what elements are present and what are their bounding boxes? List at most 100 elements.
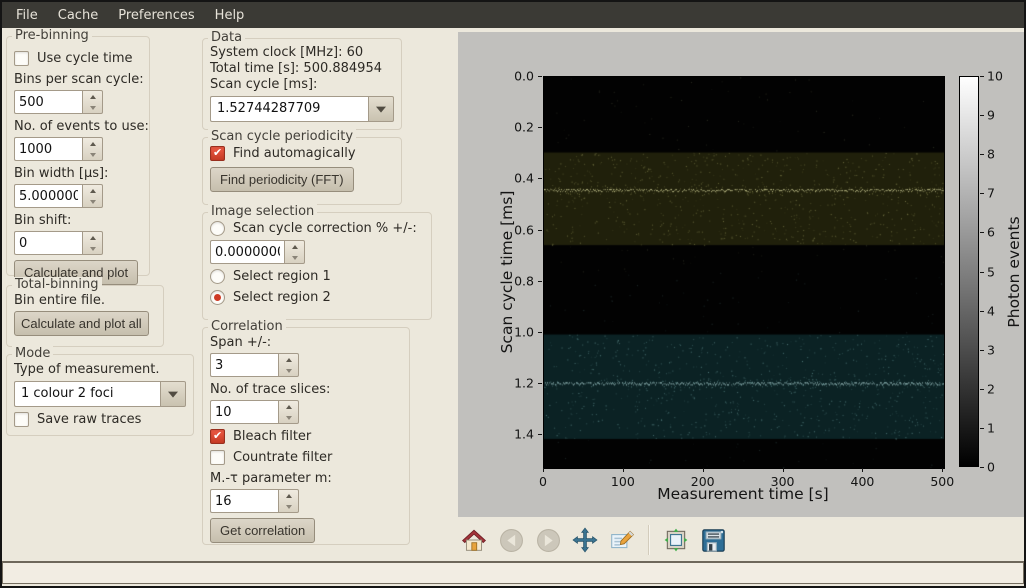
countrate-filter-checkbox[interactable] [210, 450, 225, 465]
y-tick-mark [538, 178, 542, 179]
forward-button[interactable] [534, 525, 562, 555]
events-to-use-input[interactable] [14, 137, 82, 161]
x-tick-mark [703, 468, 704, 472]
colorbar-tick-label: 3 [987, 342, 995, 357]
spin-down-icon[interactable] [285, 252, 304, 263]
colorbar [959, 76, 979, 467]
back-button[interactable] [497, 525, 525, 555]
menu-item-help[interactable]: Help [205, 4, 255, 27]
colorbar-tick-label: 8 [987, 147, 995, 162]
spin-down-icon[interactable] [279, 365, 298, 376]
spin-up-icon[interactable] [83, 185, 102, 196]
spin-down-icon[interactable] [83, 243, 102, 254]
spin-up-icon[interactable] [83, 91, 102, 102]
measurement-type-combobox[interactable]: 1 colour 2 foci [14, 381, 186, 407]
pan-button[interactable] [571, 525, 599, 555]
data-title: Data [208, 30, 245, 45]
spin-up-icon[interactable] [279, 401, 298, 412]
use-cycle-time-row[interactable]: Use cycle time [14, 51, 133, 66]
find-periodicity-button[interactable]: Find periodicity (FFT) [210, 167, 354, 192]
menu-item-preferences[interactable]: Preferences [108, 4, 204, 27]
bin-shift-input[interactable] [14, 231, 82, 255]
bins-per-cycle-input[interactable] [14, 90, 82, 114]
countrate-filter-row[interactable]: Countrate filter [210, 450, 332, 465]
data-group: Data System clock [MHz]: 60 Total time [… [202, 38, 402, 130]
correlation-group: Correlation Span +/-: No. of trace slice… [202, 327, 410, 545]
y-tick-mark [538, 332, 542, 333]
bleach-filter-row[interactable]: Bleach filter [210, 429, 311, 444]
heatmap-canvas[interactable] [543, 76, 945, 469]
correction-input[interactable] [210, 240, 284, 264]
mode-group: Mode Type of measurement. 1 colour 2 foc… [6, 354, 194, 436]
select-region-2-radio[interactable] [210, 290, 225, 305]
save-raw-traces-checkbox[interactable] [14, 412, 29, 427]
colorbar-tick-mark [980, 115, 984, 116]
scan-cycle-combobox[interactable]: 1.52744287709 [210, 96, 394, 122]
colorbar-tick-label: 7 [987, 186, 995, 201]
mtau-parameter-label: M.-τ parameter m: [210, 471, 332, 486]
y-tick-mark [538, 76, 542, 77]
menu-item-cache[interactable]: Cache [48, 4, 108, 27]
colorbar-tick-mark [980, 350, 984, 351]
y-tick-mark [538, 281, 542, 282]
forward-icon [536, 528, 561, 553]
colorbar-tick-label: 6 [987, 225, 995, 240]
find-automagically-checkbox[interactable] [210, 146, 225, 161]
subplots-icon [663, 527, 689, 553]
calculate-and-plot-all-button[interactable]: Calculate and plot all [14, 311, 149, 336]
colorbar-tick-label: 2 [987, 381, 995, 396]
x-axis-label: Measurement time [s] [657, 485, 828, 503]
scan-cycle-correction-radio[interactable] [210, 221, 225, 236]
use-cycle-time-checkbox[interactable] [14, 51, 29, 66]
spin-down-icon[interactable] [279, 501, 298, 512]
chevron-down-icon[interactable] [160, 381, 186, 407]
save-raw-traces-label: Save raw traces [37, 412, 141, 427]
y-tick-label: 0.4 [514, 171, 534, 186]
home-button[interactable] [460, 525, 488, 555]
spin-down-icon[interactable] [83, 149, 102, 160]
y-tick-mark [538, 230, 542, 231]
bin-entire-file-label: Bin entire file. [14, 293, 105, 308]
plot-toolbar [460, 520, 727, 560]
mode-title: Mode [12, 346, 53, 361]
find-automagically-label: Find automagically [233, 146, 356, 161]
spin-down-icon[interactable] [279, 412, 298, 423]
colorbar-tick-mark [980, 154, 984, 155]
spin-down-icon[interactable] [83, 196, 102, 207]
select-region-1-row[interactable]: Select region 1 [210, 269, 331, 284]
spin-up-icon[interactable] [285, 241, 304, 252]
get-correlation-button[interactable]: Get correlation [210, 518, 315, 543]
bleach-filter-checkbox[interactable] [210, 429, 225, 444]
bin-width-input[interactable] [14, 184, 82, 208]
spin-down-icon[interactable] [83, 102, 102, 113]
save-raw-traces-row[interactable]: Save raw traces [14, 412, 186, 427]
mtau-input[interactable] [210, 489, 278, 513]
span-input[interactable] [210, 353, 278, 377]
y-tick-label: 1.4 [514, 427, 534, 442]
periodicity-title: Scan cycle periodicity [208, 129, 356, 144]
menu-item-file[interactable]: File [6, 4, 48, 27]
find-automagically-row[interactable]: Find automagically [210, 146, 356, 161]
spin-up-icon[interactable] [279, 490, 298, 501]
correction-spinbox [210, 240, 305, 264]
colorbar-tick-mark [980, 193, 984, 194]
mtau-spinbox [210, 489, 299, 513]
spin-up-icon[interactable] [83, 138, 102, 149]
scan-cycle-correction-row[interactable]: Scan cycle correction % +/-: [210, 221, 417, 236]
bin-width-spinbox [14, 184, 103, 208]
use-cycle-time-label: Use cycle time [37, 51, 133, 66]
spin-up-icon[interactable] [83, 232, 102, 243]
trace-slices-input[interactable] [210, 400, 278, 424]
pan-icon [572, 527, 598, 553]
select-region-2-row[interactable]: Select region 2 [210, 290, 331, 305]
periodicity-group: Scan cycle periodicity Find automagicall… [202, 137, 402, 205]
chevron-down-icon[interactable] [368, 96, 394, 122]
zoom-button[interactable] [608, 525, 636, 555]
save-button[interactable] [699, 525, 727, 555]
system-clock-text: System clock [MHz]: 60 [210, 45, 394, 60]
select-region-1-radio[interactable] [210, 269, 225, 284]
spin-up-icon[interactable] [279, 354, 298, 365]
subplots-button[interactable] [662, 525, 690, 555]
y-tick-label: 0.8 [514, 273, 534, 288]
x-tick-mark [783, 468, 784, 472]
